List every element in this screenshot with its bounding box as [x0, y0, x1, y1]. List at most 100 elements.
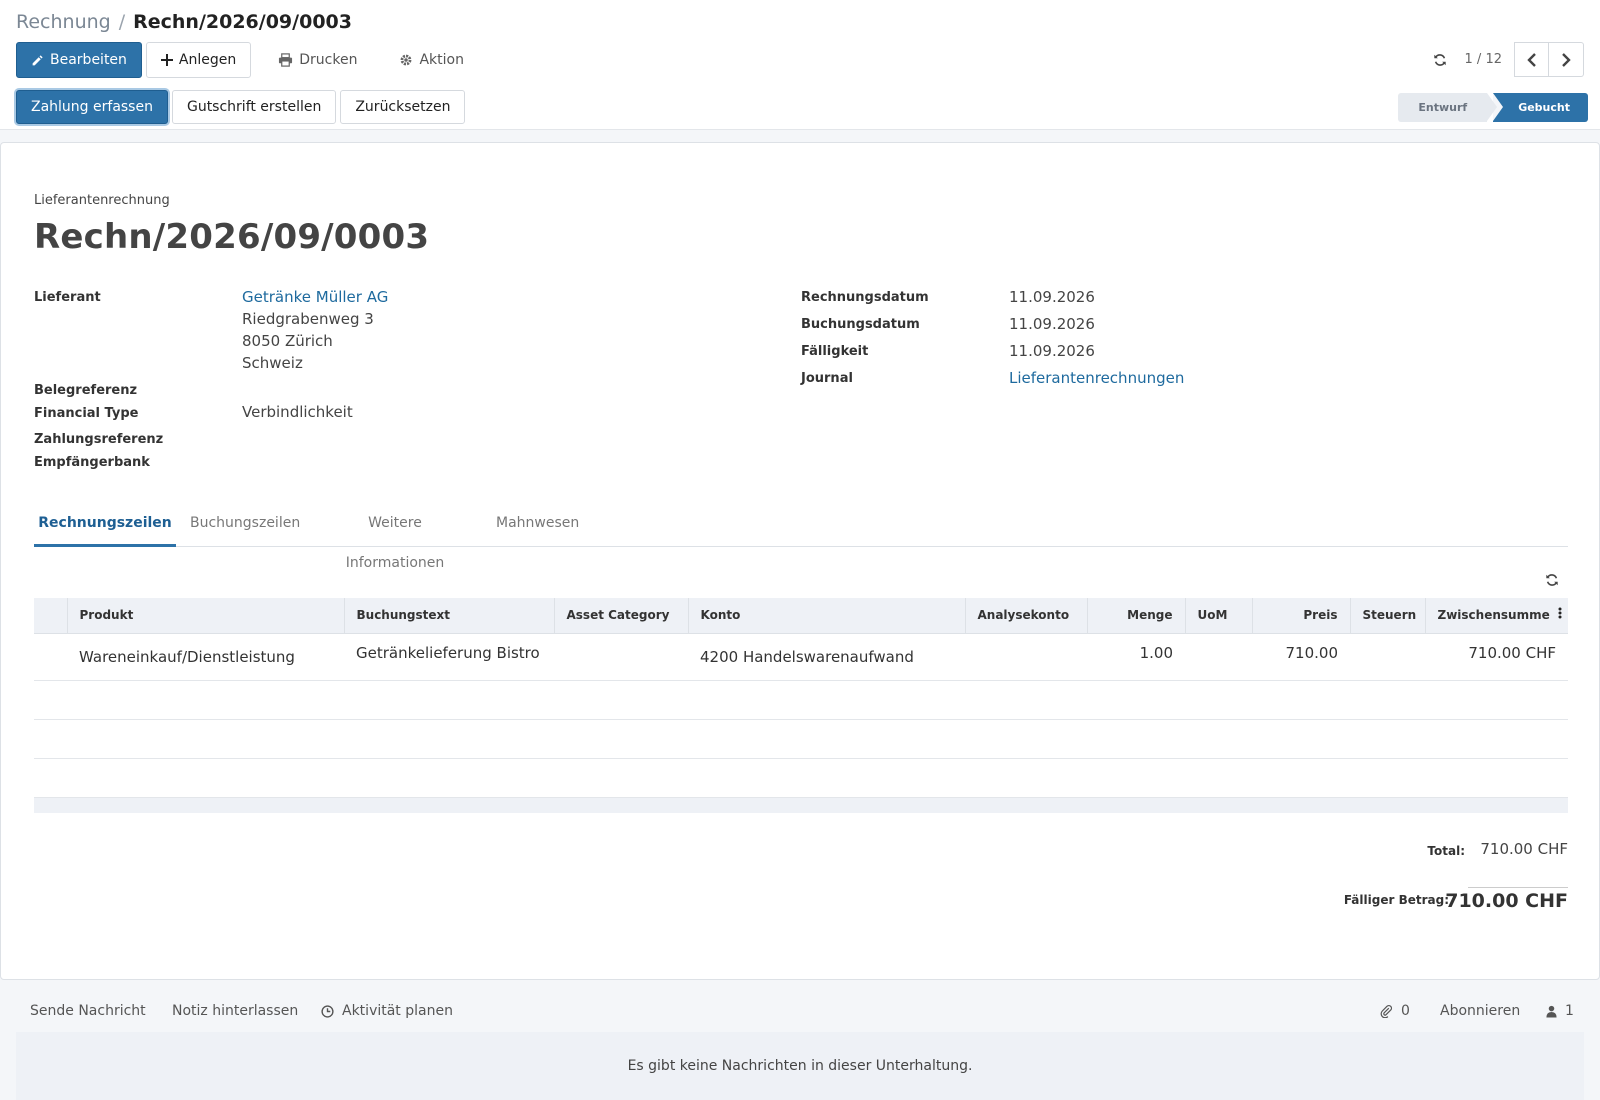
- amount-due-label: Fälliger Betrag:: [1343, 893, 1449, 907]
- plus-icon: [160, 54, 173, 66]
- cell-uom[interactable]: [1185, 633, 1252, 681]
- financial-type-value: Verbindlichkeit: [242, 403, 353, 421]
- invoice-date-value: 11.09.2026: [1009, 288, 1095, 306]
- follow-button[interactable]: Abonnieren: [1440, 1003, 1520, 1019]
- table-header-row: Produkt Buchungstext Asset Category Kont…: [34, 598, 1568, 634]
- no-messages-text: Es gibt keine Nachrichten in dieser Unte…: [627, 1058, 973, 1074]
- total-amount: 710.00 CHF: [1480, 840, 1568, 858]
- column-header-taxes[interactable]: Steuern: [1349, 598, 1425, 634]
- column-header-subtotal-label: Zwischensumme: [1437, 608, 1550, 623]
- tab-journal-items[interactable]: Buchungszeilen: [190, 503, 300, 547]
- register-payment-button[interactable]: Zahlung erfassen: [16, 90, 168, 124]
- status-posted[interactable]: Gebucht: [1493, 93, 1588, 122]
- column-header-subtotal[interactable]: Zwischensumme: [1424, 598, 1568, 634]
- chevron-left-icon: [1526, 52, 1536, 67]
- row-handle: [34, 633, 67, 681]
- reload-button[interactable]: [1425, 43, 1455, 77]
- cell-taxes[interactable]: [1350, 633, 1425, 681]
- totals-divider: [1468, 887, 1568, 888]
- print-dropdown-button[interactable]: Drucken: [263, 42, 372, 78]
- tab-dunning[interactable]: Mahnwesen: [496, 503, 579, 547]
- payment-reference-label: Zahlungsreferenz: [34, 432, 164, 447]
- pager-value[interactable]: 1 / 12: [1465, 52, 1502, 67]
- journal-link[interactable]: Lieferantenrechnungen: [1009, 369, 1184, 387]
- cell-subtotal: 710.00 CHF: [1425, 633, 1568, 681]
- empty-row: [34, 758, 1568, 798]
- cell-quantity[interactable]: 1.00: [1087, 633, 1185, 681]
- breadcrumb-separator: /: [118, 11, 126, 33]
- vendor-label: Lieferant: [34, 290, 101, 305]
- chatter-topbar: Sende Nachricht Notiz hinterlassen Aktiv…: [0, 993, 1600, 1031]
- gear-icon: [401, 54, 412, 66]
- recipient-bank-label: Empfängerbank: [34, 455, 150, 470]
- vendor-link[interactable]: Getränke Müller AG: [242, 288, 388, 306]
- column-header-handle: [34, 598, 67, 634]
- followers-button[interactable]: 1: [1546, 1003, 1574, 1019]
- print-button-label: Drucken: [299, 52, 358, 68]
- pager-previous-button[interactable]: [1514, 42, 1549, 77]
- document-type-label: Lieferantenrechnung: [34, 193, 170, 208]
- reset-to-draft-button[interactable]: Zurücksetzen: [340, 90, 466, 124]
- create-button[interactable]: Anlegen: [145, 42, 252, 78]
- column-header-account[interactable]: Konto: [687, 598, 965, 634]
- document-title: Rechn/2026/09/0003: [34, 217, 430, 257]
- column-header-label[interactable]: Buchungstext: [343, 598, 554, 634]
- breadcrumb-parent-link[interactable]: Rechnung: [16, 11, 111, 33]
- vendor-country: Schweiz: [242, 354, 303, 372]
- add-credit-note-button[interactable]: Gutschrift erstellen: [171, 90, 337, 124]
- schedule-activity-button[interactable]: Aktivität planen: [321, 1003, 453, 1019]
- pager-next-button[interactable]: [1549, 42, 1584, 77]
- journal-label: Journal: [801, 371, 853, 386]
- pencil-icon: [32, 54, 43, 65]
- refresh-icon: [1433, 53, 1446, 66]
- cell-account[interactable]: 4200 Handelswarenaufwand: [688, 633, 965, 681]
- send-message-button[interactable]: Sende Nachricht: [30, 1003, 146, 1019]
- followers-count: 1: [1565, 1003, 1574, 1019]
- edit-button[interactable]: Bearbeiten: [16, 42, 142, 78]
- breadcrumb: Rechnung / Rechn/2026/09/0003: [16, 10, 352, 34]
- financial-type-label: Financial Type: [34, 406, 139, 421]
- tab-other-info[interactable]: Weitere Informationen: [324, 503, 466, 571]
- breadcrumb-current: Rechn/2026/09/0003: [133, 11, 352, 33]
- vendor-city: 8050 Zürich: [242, 332, 333, 350]
- control-panel: Rechnung / Rechn/2026/09/0003 Bearbeiten A…: [0, 0, 1600, 130]
- cell-product[interactable]: Wareneinkauf/Dienstleistung: [67, 633, 344, 681]
- column-header-product[interactable]: Produkt: [66, 598, 344, 634]
- amount-due-value: 710.00 CHF: [1445, 890, 1568, 912]
- accounting-date-label: Buchungsdatum: [801, 317, 920, 332]
- action-dropdown-button[interactable]: Aktion: [384, 42, 479, 78]
- column-header-analytic[interactable]: Analysekonto: [964, 598, 1087, 634]
- pager: 1 / 12: [1425, 42, 1584, 77]
- edit-button-label: Bearbeiten: [50, 52, 127, 68]
- lines-refresh-button[interactable]: [1545, 573, 1559, 591]
- chatter-thread: Es gibt keine Nachrichten in dieser Unte…: [16, 1032, 1584, 1100]
- cell-price[interactable]: 710.00: [1252, 633, 1350, 681]
- tab-invoice-lines[interactable]: Rechnungszeilen: [34, 503, 176, 547]
- due-date-label: Fälligkeit: [801, 344, 869, 359]
- invoice-date-label: Rechnungsdatum: [801, 290, 929, 305]
- table-row[interactable]: Wareneinkauf/Dienstleistung Getränkelief…: [34, 633, 1568, 681]
- optional-columns-icon[interactable]: [1558, 607, 1562, 619]
- accounting-date-value: 11.09.2026: [1009, 315, 1095, 333]
- attachments-count: 0: [1401, 1003, 1410, 1019]
- user-icon: [1546, 1005, 1557, 1017]
- form-sheet: Lieferantenrechnung Rechn/2026/09/0003 L…: [0, 142, 1600, 980]
- status-bar: Entwurf Gebucht: [1398, 93, 1588, 122]
- column-header-price[interactable]: Preis: [1251, 598, 1350, 634]
- table-footer: [34, 797, 1568, 813]
- invoice-lines-table: Produkt Buchungstext Asset Category Kont…: [34, 598, 1568, 813]
- log-note-button[interactable]: Notiz hinterlassen: [172, 1003, 298, 1019]
- create-button-label: Anlegen: [178, 52, 237, 68]
- status-draft[interactable]: Entwurf: [1398, 93, 1497, 122]
- column-header-uom[interactable]: UoM: [1184, 598, 1252, 634]
- printer-icon: [279, 53, 293, 67]
- reference-label: Belegreferenz: [34, 383, 138, 398]
- column-header-quantity[interactable]: Menge: [1086, 598, 1185, 634]
- chevron-right-icon: [1562, 52, 1571, 67]
- attachments-button[interactable]: 0: [1380, 1003, 1410, 1019]
- cell-asset-category[interactable]: [554, 633, 688, 681]
- empty-row: [34, 680, 1568, 720]
- cell-analytic[interactable]: [965, 633, 1087, 681]
- cell-label[interactable]: Getränkelieferung Bistro: [344, 633, 554, 681]
- column-header-asset-category[interactable]: Asset Category: [553, 598, 688, 634]
